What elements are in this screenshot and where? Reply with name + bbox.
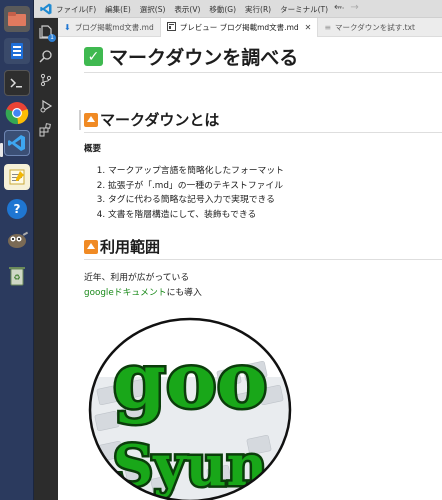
title-divider xyxy=(84,72,442,73)
menu-view[interactable]: 表示(V) xyxy=(174,4,200,15)
dock: ? ♻ xyxy=(0,0,34,500)
svg-text:?: ? xyxy=(14,202,21,216)
trash-icon[interactable]: ♻ xyxy=(4,262,30,288)
text-editor-icon[interactable] xyxy=(4,164,30,190)
help-icon[interactable]: ? xyxy=(4,196,30,222)
files-icon[interactable] xyxy=(4,6,30,32)
section-heading-markdown: マークダウンとは xyxy=(84,109,219,130)
up-arrow-icon xyxy=(84,112,98,127)
source-control-icon[interactable] xyxy=(38,72,54,88)
vscode-window: ファイル(F) 編集(E) 選択(S) 表示(V) 移動(G) 実行(R) ター… xyxy=(34,0,442,500)
menu-file[interactable]: ファイル(F) xyxy=(56,4,96,15)
paragraph: googleドキュメントにも導入 xyxy=(84,285,202,298)
overview-list: マークアップ言語を簡略化したフォーマット 拡張子が「.md」の一種のテキストファ… xyxy=(98,164,284,222)
list-item: 文書を階層構造にして、装飾もできる xyxy=(108,208,284,223)
close-icon[interactable]: ✕ xyxy=(305,23,312,32)
up-arrow-icon xyxy=(84,239,98,254)
desktop-frame: ? ♻ ファイル(F) 編集(E) 選択(S) 表示(V) 移動(G) 実行(R… xyxy=(0,0,442,500)
tab-try-txt[interactable]: ≡ マークダウンを試す.txt xyxy=(318,18,421,37)
editor-tabs: ⬇ ブログ掲載md文書.md プレビュー ブログ掲載md文書.md ✕ ≡ マー… xyxy=(58,18,442,37)
goo-syun-logo-image: goo Syun xyxy=(88,317,292,500)
menu-bar: ファイル(F) 編集(E) 選択(S) 表示(V) 移動(G) 実行(R) ター… xyxy=(56,4,344,15)
logo-bottom-text: Syun xyxy=(113,433,267,499)
vscode-logo-icon xyxy=(40,3,52,15)
tab-blog-md[interactable]: ⬇ ブログ掲載md文書.md xyxy=(58,18,161,37)
page-title: ✓ マークダウンを調べる xyxy=(84,43,298,70)
svg-text:♻: ♻ xyxy=(13,273,20,282)
menu-run[interactable]: 実行(R) xyxy=(245,4,271,15)
tab-label: プレビュー ブログ掲載md文書.md xyxy=(179,23,299,32)
section-divider xyxy=(84,259,442,260)
explorer-badge: 1 xyxy=(48,34,56,42)
dock-active-indicator xyxy=(0,143,3,157)
markdown-preview: ✓ マークダウンを調べる マークダウンとは 概要 マークアップ言語を簡略化したフ… xyxy=(58,37,442,500)
activity-bar: 1 xyxy=(34,18,58,500)
section-divider xyxy=(84,132,442,133)
check-mark-icon: ✓ xyxy=(84,47,103,66)
tab-preview[interactable]: プレビュー ブログ掲載md文書.md ✕ xyxy=(160,18,319,37)
list-item: マークアップ言語を簡略化したフォーマット xyxy=(108,164,284,179)
line-highlight xyxy=(79,110,81,130)
section-heading-text: マークダウンとは xyxy=(100,111,220,129)
extensions-icon[interactable] xyxy=(38,122,54,138)
tab-label: ブログ掲載md文書.md xyxy=(74,23,154,32)
explorer-icon[interactable]: 1 xyxy=(38,24,56,42)
menu-terminal[interactable]: ターミナル(T) xyxy=(280,4,328,15)
subheading-overview: 概要 xyxy=(84,144,102,154)
gimp-icon[interactable] xyxy=(4,226,30,252)
tab-label: マークダウンを試す.txt xyxy=(335,23,415,32)
list-item: タグに代わる簡略な記号入力で実現できる xyxy=(108,193,284,208)
preview-icon xyxy=(166,22,176,33)
menu-selection[interactable]: 選択(S) xyxy=(140,4,166,15)
section-heading-text: 利用範囲 xyxy=(100,238,161,256)
menu-edit[interactable]: 編集(E) xyxy=(105,4,131,15)
forward-arrow-icon[interactable]: → xyxy=(350,2,358,13)
google-docs-link[interactable]: googleドキュメント xyxy=(84,288,167,298)
logo-top-text: goo xyxy=(113,336,268,425)
nav-arrows: ← → xyxy=(334,2,359,13)
menu-go[interactable]: 移動(G) xyxy=(209,4,236,15)
title-bar: ファイル(F) 編集(E) 選択(S) 表示(V) 移動(G) 実行(R) ター… xyxy=(34,0,442,18)
list-item: 拡張子が「.md」の一種のテキストファイル xyxy=(108,179,284,194)
run-debug-icon[interactable] xyxy=(38,98,54,114)
text-file-icon: ≡ xyxy=(324,23,332,32)
vertical-tabs-icon[interactable] xyxy=(4,38,30,64)
paragraph: 近年、利用が広がっている xyxy=(84,273,190,283)
page-title-text: マークダウンを調べる xyxy=(109,47,299,69)
paragraph-text: にも導入 xyxy=(166,288,202,298)
vscode-icon[interactable] xyxy=(4,130,30,156)
terminal-icon[interactable] xyxy=(4,70,30,96)
back-arrow-icon[interactable]: ← xyxy=(334,2,342,13)
section-heading-usage: 利用範囲 xyxy=(84,236,160,257)
markdown-icon: ⬇ xyxy=(64,23,71,32)
chrome-icon[interactable] xyxy=(4,100,30,126)
search-icon[interactable] xyxy=(38,48,54,64)
